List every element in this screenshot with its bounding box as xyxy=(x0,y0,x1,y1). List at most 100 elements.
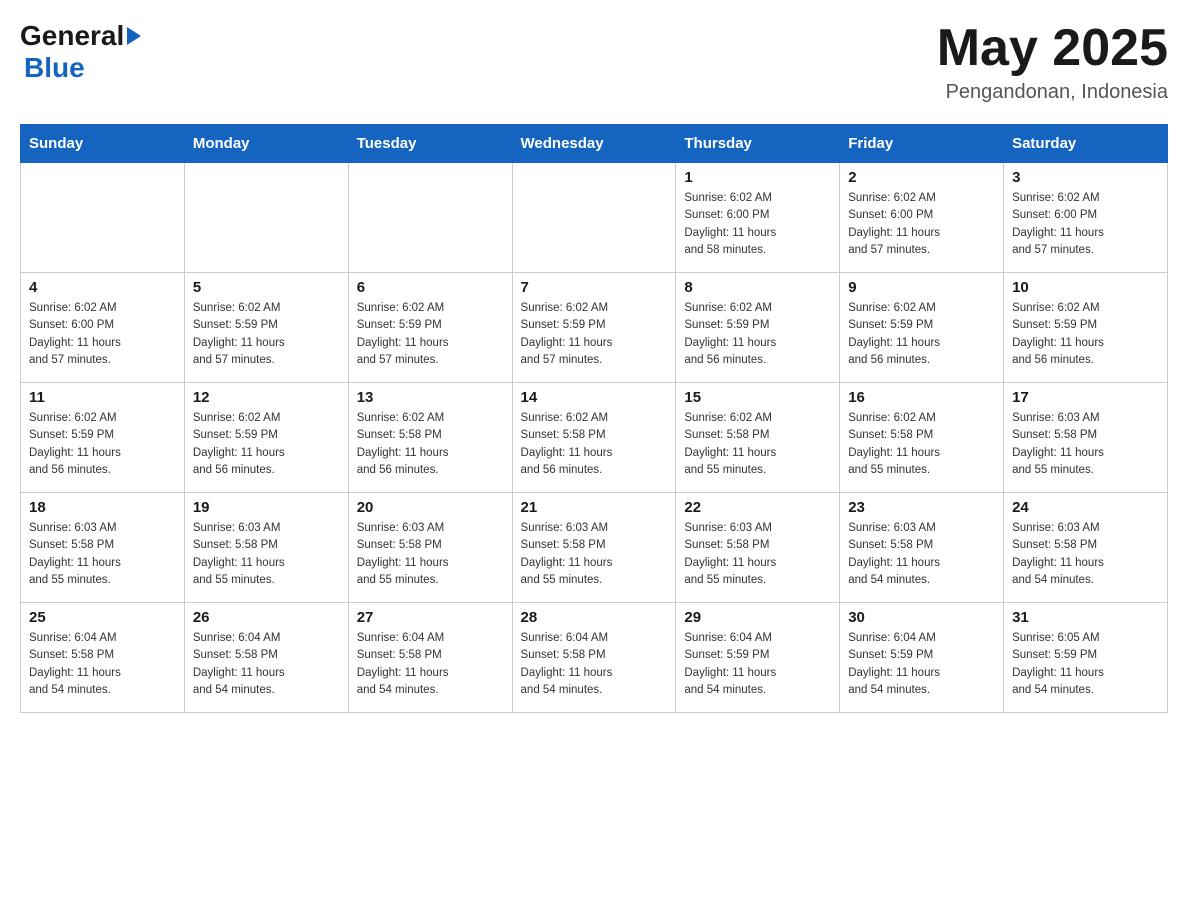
day-info: Sunrise: 6:04 AMSunset: 5:58 PMDaylight:… xyxy=(29,630,176,699)
calendar-cell: 26Sunrise: 6:04 AMSunset: 5:58 PMDayligh… xyxy=(184,603,348,713)
day-info: Sunrise: 6:02 AMSunset: 5:59 PMDaylight:… xyxy=(684,300,831,369)
day-number: 31 xyxy=(1012,609,1159,626)
header-wednesday: Wednesday xyxy=(512,125,676,163)
day-number: 25 xyxy=(29,609,176,626)
calendar-cell: 16 Sunrise: 6:02 AMSunset: 5:58 PMDayligh… xyxy=(840,383,1004,493)
calendar-cell: 11 Sunrise: 6:02 AMSunset: 5:59 PMDayligh… xyxy=(21,383,185,493)
day-number: 22 xyxy=(684,499,831,516)
calendar-cell: 30 Sunrise: 6:04 AMSunset: 5:59 PMDayligh… xyxy=(840,603,1004,713)
calendar-cell: 28 Sunrise: 6:04 AMSunset: 5:58 PMDayligh… xyxy=(512,603,676,713)
logo-blue-text: Blue xyxy=(20,52,141,84)
day-info: Sunrise: 6:02 AMSunset: 6:00 PMDaylight:… xyxy=(848,190,995,259)
calendar-cell: 18 Sunrise: 6:03 AMSunset: 5:58 PMDayligh… xyxy=(21,493,185,603)
day-info: Sunrise: 6:04 AMSunset: 5:59 PMDaylight:… xyxy=(684,630,831,699)
day-number: 3 xyxy=(1012,169,1159,186)
day-number: 17 xyxy=(1012,389,1159,406)
location-subtitle: Pengandonan, Indonesia xyxy=(937,81,1168,104)
calendar-cell xyxy=(348,163,512,273)
calendar-cell: 17 Sunrise: 6:03 AMSunset: 5:58 PMDayligh… xyxy=(1004,383,1168,493)
day-info: Sunrise: 6:02 AMSunset: 5:59 PMDaylight:… xyxy=(848,300,995,369)
calendar-cell: 2 Sunrise: 6:02 AMSunset: 6:00 PMDaylight… xyxy=(840,163,1004,273)
day-info: Sunrise: 6:03 AMSunset: 5:58 PMDaylight:… xyxy=(29,520,176,589)
calendar-cell: 29 Sunrise: 6:04 AMSunset: 5:59 PMDayligh… xyxy=(676,603,840,713)
calendar-cell: 19 Sunrise: 6:03 AMSunset: 5:58 PMDayligh… xyxy=(184,493,348,603)
calendar-cell: 4 Sunrise: 6:02 AMSunset: 6:00 PMDaylight… xyxy=(21,273,185,383)
day-number: 9 xyxy=(848,279,995,296)
header-monday: Monday xyxy=(184,125,348,163)
day-info: Sunrise: 6:02 AMSunset: 5:59 PMDaylight:… xyxy=(193,300,340,369)
week-row-3: 11 Sunrise: 6:02 AMSunset: 5:59 PMDayligh… xyxy=(21,383,1168,493)
day-number: 20 xyxy=(357,499,504,516)
header-friday: Friday xyxy=(840,125,1004,163)
day-number: 6 xyxy=(357,279,504,296)
day-number: 4 xyxy=(29,279,176,296)
week-row-4: 18 Sunrise: 6:03 AMSunset: 5:58 PMDayligh… xyxy=(21,493,1168,603)
week-row-2: 4 Sunrise: 6:02 AMSunset: 6:00 PMDaylight… xyxy=(21,273,1168,383)
header-saturday: Saturday xyxy=(1004,125,1168,163)
logo-general-text: General xyxy=(20,20,124,52)
calendar-cell: 12 Sunrise: 6:02 AMSunset: 5:59 PMDayligh… xyxy=(184,383,348,493)
day-number: 2 xyxy=(848,169,995,186)
calendar-cell: 23 Sunrise: 6:03 AMSunset: 5:58 PMDayligh… xyxy=(840,493,1004,603)
logo-chevron-icon xyxy=(127,27,141,45)
day-number: 27 xyxy=(357,609,504,626)
calendar-cell xyxy=(21,163,185,273)
day-number: 11 xyxy=(29,389,176,406)
calendar-cell: 6Sunrise: 6:02 AMSunset: 5:59 PMDaylight… xyxy=(348,273,512,383)
day-info: Sunrise: 6:02 AMSunset: 6:00 PMDaylight:… xyxy=(29,300,176,369)
header-tuesday: Tuesday xyxy=(348,125,512,163)
day-number: 14 xyxy=(521,389,668,406)
calendar-cell: 15Sunrise: 6:02 AMSunset: 5:58 PMDayligh… xyxy=(676,383,840,493)
day-number: 18 xyxy=(29,499,176,516)
calendar-cell: 20Sunrise: 6:03 AMSunset: 5:58 PMDayligh… xyxy=(348,493,512,603)
day-number: 5 xyxy=(193,279,340,296)
calendar-cell: 31 Sunrise: 6:05 AMSunset: 5:59 PMDayligh… xyxy=(1004,603,1168,713)
day-number: 15 xyxy=(684,389,831,406)
day-info: Sunrise: 6:02 AMSunset: 5:59 PMDaylight:… xyxy=(1012,300,1159,369)
calendar-cell xyxy=(512,163,676,273)
day-info: Sunrise: 6:04 AMSunset: 5:59 PMDaylight:… xyxy=(848,630,995,699)
calendar-cell: 22 Sunrise: 6:03 AMSunset: 5:58 PMDayligh… xyxy=(676,493,840,603)
calendar-cell: 27 Sunrise: 6:04 AMSunset: 5:58 PMDayligh… xyxy=(348,603,512,713)
day-number: 7 xyxy=(521,279,668,296)
calendar-table: SundayMondayTuesdayWednesdayThursdayFrid… xyxy=(20,124,1168,713)
day-number: 12 xyxy=(193,389,340,406)
title-block: May 2025 Pengandonan, Indonesia xyxy=(937,20,1168,104)
day-number: 26 xyxy=(193,609,340,626)
calendar-cell: 5 Sunrise: 6:02 AMSunset: 5:59 PMDaylight… xyxy=(184,273,348,383)
day-number: 21 xyxy=(521,499,668,516)
day-info: Sunrise: 6:03 AMSunset: 5:58 PMDaylight:… xyxy=(193,520,340,589)
day-info: Sunrise: 6:02 AMSunset: 6:00 PMDaylight:… xyxy=(684,190,831,259)
day-info: Sunrise: 6:02 AMSunset: 5:59 PMDaylight:… xyxy=(29,410,176,479)
calendar-cell: 8Sunrise: 6:02 AMSunset: 5:59 PMDaylight… xyxy=(676,273,840,383)
day-info: Sunrise: 6:05 AMSunset: 5:59 PMDaylight:… xyxy=(1012,630,1159,699)
header-sunday: Sunday xyxy=(21,125,185,163)
day-number: 19 xyxy=(193,499,340,516)
calendar-cell: 1 Sunrise: 6:02 AMSunset: 6:00 PMDaylight… xyxy=(676,163,840,273)
week-row-5: 25 Sunrise: 6:04 AMSunset: 5:58 PMDayligh… xyxy=(21,603,1168,713)
day-info: Sunrise: 6:03 AMSunset: 5:58 PMDaylight:… xyxy=(1012,520,1159,589)
calendar-cell: 21 Sunrise: 6:03 AMSunset: 5:58 PMDayligh… xyxy=(512,493,676,603)
day-number: 29 xyxy=(684,609,831,626)
day-number: 16 xyxy=(848,389,995,406)
day-info: Sunrise: 6:04 AMSunset: 5:58 PMDaylight:… xyxy=(357,630,504,699)
day-info: Sunrise: 6:03 AMSunset: 5:58 PMDaylight:… xyxy=(684,520,831,589)
day-info: Sunrise: 6:04 AMSunset: 5:58 PMDaylight:… xyxy=(521,630,668,699)
day-number: 1 xyxy=(684,169,831,186)
day-info: Sunrise: 6:03 AMSunset: 5:58 PMDaylight:… xyxy=(521,520,668,589)
logo: General Blue xyxy=(20,20,141,84)
page-header: General Blue May 2025 Pengandonan, Indon… xyxy=(20,20,1168,104)
calendar-cell: 24Sunrise: 6:03 AMSunset: 5:58 PMDayligh… xyxy=(1004,493,1168,603)
calendar-cell: 3Sunrise: 6:02 AMSunset: 6:00 PMDaylight… xyxy=(1004,163,1168,273)
header-thursday: Thursday xyxy=(676,125,840,163)
day-number: 23 xyxy=(848,499,995,516)
day-info: Sunrise: 6:03 AMSunset: 5:58 PMDaylight:… xyxy=(848,520,995,589)
day-info: Sunrise: 6:03 AMSunset: 5:58 PMDaylight:… xyxy=(1012,410,1159,479)
day-info: Sunrise: 6:02 AMSunset: 5:59 PMDaylight:… xyxy=(193,410,340,479)
day-info: Sunrise: 6:02 AMSunset: 5:58 PMDaylight:… xyxy=(521,410,668,479)
day-info: Sunrise: 6:02 AMSunset: 5:58 PMDaylight:… xyxy=(848,410,995,479)
day-number: 30 xyxy=(848,609,995,626)
day-number: 10 xyxy=(1012,279,1159,296)
day-number: 28 xyxy=(521,609,668,626)
calendar-cell: 9 Sunrise: 6:02 AMSunset: 5:59 PMDaylight… xyxy=(840,273,1004,383)
